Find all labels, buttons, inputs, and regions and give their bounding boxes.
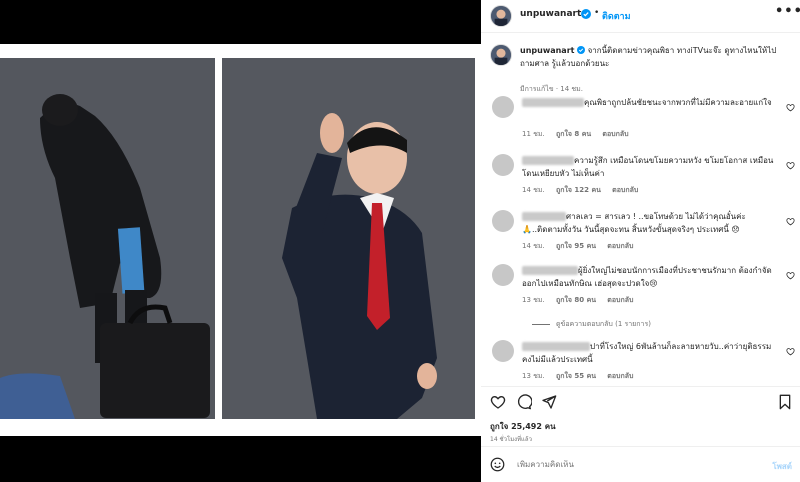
comment-text: ปาที่โรงใหญ่ 6พันล้านก็ละลายหายวับ..ค่าว…	[522, 342, 772, 364]
comment-time: 13 ชม.	[522, 372, 545, 380]
comment-likes[interactable]: ถูกใจ 55 คน	[556, 372, 596, 380]
follow-button[interactable]: ติดตาม	[602, 9, 631, 23]
comment-meta: 14 ชม. ถูกใจ 95 คน ตอบกลับ	[522, 241, 642, 252]
photo-waving-man	[222, 58, 475, 419]
comments-scroll-area[interactable]: unpuwanart จากนี้ติดตามข่าวคุณพิธา ทางiT…	[481, 34, 800, 386]
photo-bowing-man	[0, 58, 215, 419]
comment-likes[interactable]: ถูกใจ 80 คน	[556, 296, 596, 304]
comment-meta: 14 ชม. ถูกใจ 122 คน ตอบกลับ	[522, 185, 647, 196]
commenter-avatar[interactable]	[492, 210, 514, 232]
comment-likes[interactable]: ถูกใจ 122 คน	[556, 186, 601, 194]
commenter-avatar[interactable]	[492, 96, 514, 118]
comment-meta: 13 ชม. ถูกใจ 80 คน ตอบกลับ	[522, 295, 642, 306]
caption-username[interactable]: unpuwanart	[520, 46, 574, 55]
reply-button[interactable]: ตอบกลับ	[607, 296, 633, 304]
post-timestamp[interactable]: 14 ชั่วโมงที่แล้ว	[490, 434, 532, 444]
caption-meta: มีการแก้ไข · 14 ชม.	[520, 85, 583, 93]
more-options-icon[interactable]: •••	[775, 4, 800, 19]
post-comment-button[interactable]: โพสต์	[772, 460, 792, 473]
comment-time: 11 ชม.	[522, 130, 545, 138]
media-frame	[0, 44, 481, 436]
view-replies-button[interactable]: ดูข้อความตอบกลับ (1 รายการ)	[532, 319, 651, 330]
comment-text: ความรู้สึก เหมือนโดนขโมยความหวัง ขโมยโอก…	[522, 156, 774, 178]
post-actions: ถูกใจ 25,492 คน 14 ชั่วโมงที่แล้ว	[481, 386, 800, 444]
save-bookmark-icon[interactable]	[777, 394, 793, 410]
comment-text: คุณพิธาถูกปล้นชัยชนะจากพวกที่ไม่มีความละ…	[584, 98, 772, 107]
share-send-icon[interactable]	[541, 394, 557, 410]
post-header: unpuwanart • ติดตาม •••	[481, 0, 800, 33]
like-comment-heart-icon[interactable]	[786, 217, 795, 226]
reply-button[interactable]: ตอบกลับ	[612, 186, 638, 194]
verified-badge-icon	[581, 9, 591, 19]
comment-meta: 11 ชม. ถูกใจ 8 คน ตอบกลับ	[522, 129, 638, 140]
header-username[interactable]: unpuwanart	[520, 9, 581, 19]
comment-time: 14 ชม.	[522, 242, 545, 250]
commenter-avatar[interactable]	[492, 340, 514, 362]
like-comment-heart-icon[interactable]	[786, 103, 795, 112]
reply-button[interactable]: ตอบกลับ	[607, 242, 633, 250]
comment-text: ผู้ยิ่งใหญ่ไม่ชอบนักการเมืองที่ประชาชนรั…	[522, 266, 772, 288]
comment-bubble-icon[interactable]	[516, 394, 532, 410]
commenter-avatar[interactable]	[492, 264, 514, 286]
comment-input[interactable]	[517, 460, 717, 469]
post-media[interactable]	[0, 0, 481, 482]
like-comment-heart-icon[interactable]	[786, 271, 795, 280]
reply-button[interactable]: ตอบกลับ	[602, 130, 628, 138]
commenter-avatar[interactable]	[492, 154, 514, 176]
avatar[interactable]	[490, 5, 512, 27]
comment-meta: 13 ชม. ถูกใจ 55 คน ตอบกลับ	[522, 371, 642, 382]
post-side-panel: unpuwanart • ติดตาม ••• unpuwanart จากนี…	[481, 0, 800, 482]
comment-likes[interactable]: ถูกใจ 8 คน	[556, 130, 591, 138]
header-separator: •	[594, 8, 600, 18]
like-comment-heart-icon[interactable]	[786, 161, 795, 170]
avatar[interactable]	[490, 44, 512, 66]
like-heart-icon[interactable]	[490, 394, 506, 410]
emoji-icon[interactable]	[490, 457, 505, 472]
reply-button[interactable]: ตอบกลับ	[607, 372, 633, 380]
comment-text: ศาลเลว = สารเลว ! ..ขอโทษด้วย ไม่ได้ว่าค…	[522, 212, 746, 234]
comment-time: 14 ชม.	[522, 186, 545, 194]
post-like-count[interactable]: ถูกใจ 25,492 คน	[490, 420, 556, 433]
add-comment-bar: โพสต์	[481, 446, 800, 482]
comment-time: 13 ชม.	[522, 296, 545, 304]
comment-likes[interactable]: ถูกใจ 95 คน	[556, 242, 596, 250]
like-comment-heart-icon[interactable]	[786, 347, 795, 356]
caption-text: unpuwanart จากนี้ติดตามข่าวคุณพิธา ทางiT…	[520, 44, 785, 70]
verified-badge-icon	[577, 46, 586, 54]
